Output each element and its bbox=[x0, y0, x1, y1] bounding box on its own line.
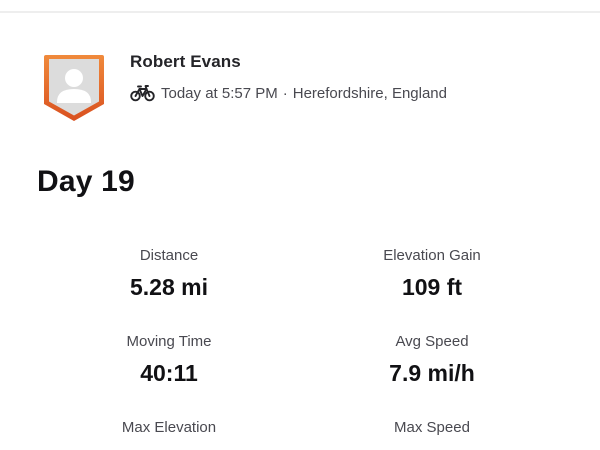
bike-icon bbox=[130, 84, 155, 102]
stat-max-elevation: Max Elevation bbox=[59, 418, 279, 444]
stat-label: Avg Speed bbox=[395, 333, 469, 350]
stat-value: 7.9 mi/h bbox=[389, 360, 475, 386]
stat-elevation-gain: Elevation Gain 109 ft bbox=[322, 246, 542, 302]
stat-label: Elevation Gain bbox=[383, 247, 481, 264]
stat-label: Max Speed bbox=[394, 419, 470, 436]
stat-value: 40:11 bbox=[140, 360, 198, 386]
stat-value: 109 ft bbox=[401, 274, 463, 300]
meta-separator: · bbox=[282, 84, 288, 102]
athlete-avatar[interactable] bbox=[43, 54, 105, 122]
top-strip bbox=[0, 0, 600, 13]
stat-label: Moving Time bbox=[126, 333, 212, 350]
activity-location: Herefordshire, England bbox=[292, 84, 447, 102]
activity-page: Robert Evans Today at 5:57 PM · Hereford… bbox=[0, 0, 600, 450]
stat-label: Distance bbox=[139, 247, 199, 264]
stat-moving-time: Moving Time 40:11 bbox=[59, 332, 279, 388]
stat-label: Max Elevation bbox=[121, 419, 217, 436]
stat-max-speed: Max Speed bbox=[322, 418, 542, 444]
stat-avg-speed: Avg Speed 7.9 mi/h bbox=[322, 332, 542, 388]
stat-value: 5.28 mi bbox=[130, 274, 208, 300]
athlete-name[interactable]: Robert Evans bbox=[130, 52, 241, 72]
activity-meta: Today at 5:57 PM · Herefordshire, Englan… bbox=[130, 83, 447, 103]
stat-distance: Distance 5.28 mi bbox=[59, 246, 279, 302]
activity-title: Day 19 bbox=[37, 165, 135, 198]
activity-timestamp: Today at 5:57 PM bbox=[161, 84, 278, 102]
avatar-icon bbox=[44, 55, 104, 121]
